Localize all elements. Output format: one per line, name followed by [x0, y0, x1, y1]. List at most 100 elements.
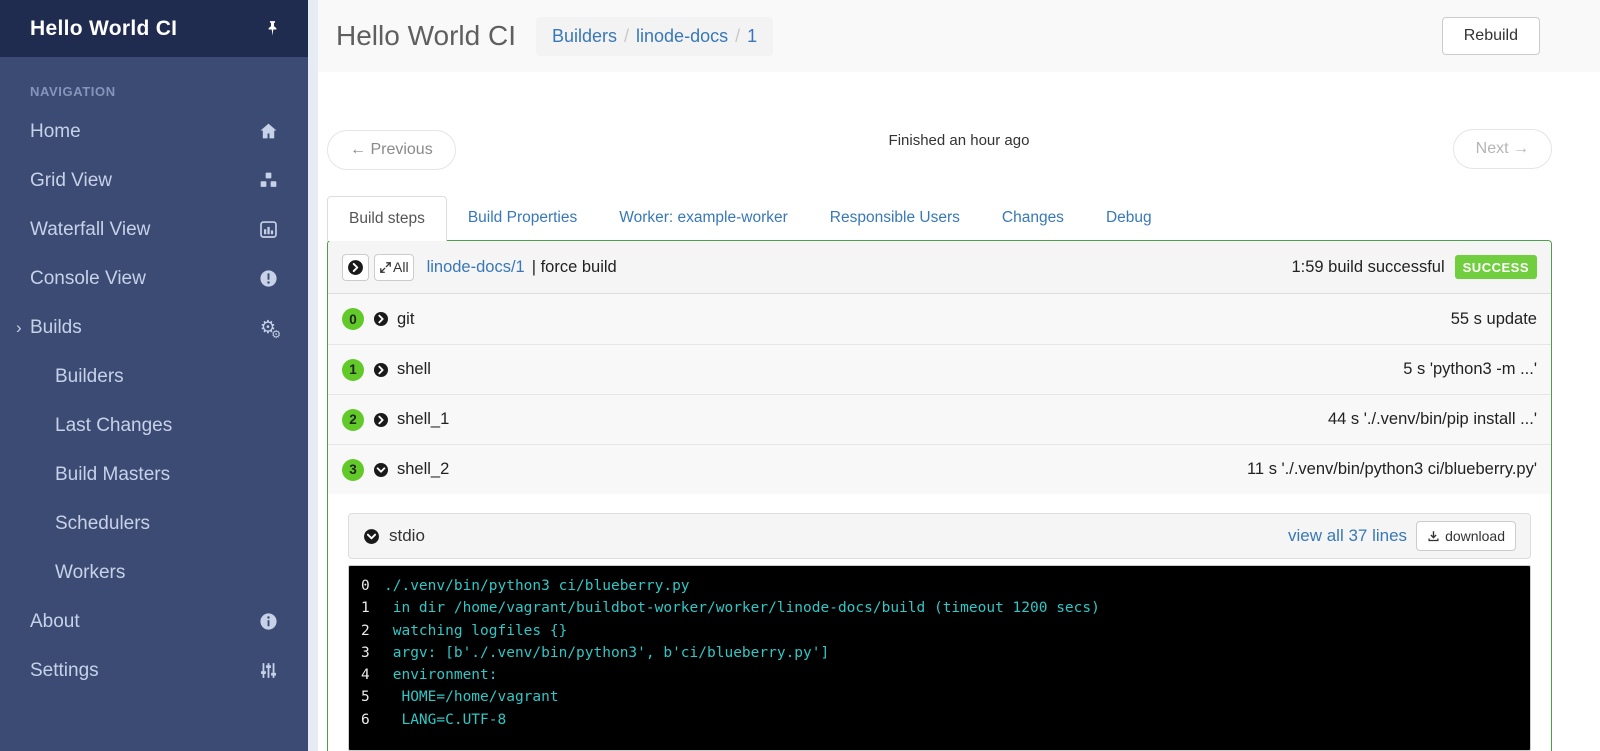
- sidebar-item-label: Home: [30, 120, 81, 142]
- step-expanded-area: stdio view all 37 lines download 0 ./.ven…: [328, 494, 1551, 751]
- log-line-number: 1: [361, 600, 370, 617]
- main-content: Hello World CI Builders / linode-docs/1 Re…: [318, 0, 1600, 751]
- log-line-text: ./.venv/bin/python3 ci/blueberry.py: [384, 578, 690, 594]
- sidebar-header: Hello World CI: [0, 0, 308, 57]
- stdio-terminal[interactable]: 0 ./.venv/bin/python3 ci/blueberry.py 1 in…: [348, 565, 1531, 751]
- download-icon: [1427, 530, 1440, 543]
- step-duration-detail: 11 s './.venv/bin/python3 ci/blueberry.p…: [1246, 460, 1537, 478]
- log-line-number: 4: [361, 667, 370, 684]
- gears-icon: ⚙ ⚙: [259, 316, 282, 341]
- sidebar-item-build-masters[interactable]: Build Masters: [0, 450, 308, 499]
- step-name: shell_2: [397, 460, 450, 478]
- breadcrumb-link[interactable]: linode-docs: [636, 26, 728, 47]
- tab-responsible-users[interactable]: Responsible Users: [809, 196, 981, 240]
- sidebar-item-workers[interactable]: Workers: [0, 548, 308, 597]
- expand-all-label: All: [393, 259, 409, 275]
- sidebar-item-label: Builds: [30, 316, 82, 338]
- tab-build-steps[interactable]: Build steps: [327, 196, 447, 241]
- page-header: Hello World CI Builders / linode-docs / 1 Re…: [318, 0, 1600, 72]
- step-duration-detail: 55 s update: [1450, 309, 1537, 328]
- rebuild-button[interactable]: Rebuild: [1441, 17, 1540, 55]
- download-button[interactable]: download: [1416, 521, 1516, 551]
- next-build-button[interactable]: Next →: [1452, 129, 1552, 169]
- breadcrumb-separator: /: [735, 25, 741, 46]
- build-finished-status: Finished an hour ago: [888, 132, 1030, 149]
- log-line-number: 6: [361, 711, 370, 728]
- log-line-text: argv: [b'./.venv/bin/python3', b'ci/blue…: [384, 644, 830, 661]
- sidebar-item-label: Console View: [30, 267, 146, 289]
- sidebar-item-console-view[interactable]: Console View: [0, 254, 308, 303]
- breadcrumb-link[interactable]: 1: [747, 26, 757, 47]
- tab-debug[interactable]: Debug: [1085, 196, 1173, 240]
- build-tabs: Build steps Build Properties Worker: examp…: [318, 196, 1600, 241]
- breadcrumb-separator: /: [624, 25, 630, 46]
- sidebar-item-last-changes[interactable]: Last Changes: [0, 401, 308, 450]
- sidebar-item-label: Settings: [30, 659, 99, 681]
- app-title: Hello World CI: [30, 16, 178, 40]
- tab-changes[interactable]: Changes: [981, 196, 1085, 240]
- step-name: shell_1: [397, 410, 450, 428]
- expand-chevron-icon[interactable]: ›: [16, 318, 30, 338]
- collapse-toggle-button[interactable]: [342, 253, 369, 281]
- sidebar-item-label: Waterfall View: [30, 218, 151, 240]
- log-header: stdio view all 37 lines download: [348, 513, 1531, 559]
- build-step-row-shell_2[interactable]: 3 shell_2 11 s './.venv/bin/python3 ci/blu…: [328, 444, 1551, 494]
- chevron-down-circle-icon[interactable]: [373, 462, 397, 478]
- sliders-icon: [257, 660, 279, 682]
- pin-icon[interactable]: [264, 20, 281, 37]
- expand-icon: [379, 261, 392, 274]
- step-duration-detail: 5 s 'python3 -m ...': [1403, 360, 1537, 378]
- step-name: git: [397, 309, 415, 328]
- sidebar-item-label: Last Changes: [55, 414, 173, 436]
- sidebar-item-grid-view[interactable]: Grid View: [0, 156, 308, 205]
- chevron-right-circle-icon[interactable]: [373, 311, 397, 327]
- tab-worker-example-worker[interactable]: Worker: example-worker: [598, 196, 809, 240]
- log-line: 5 HOME=/home/vagrant: [361, 686, 1518, 708]
- bar-chart-icon: [257, 219, 279, 241]
- sidebar-item-builders[interactable]: Builders: [0, 352, 308, 401]
- sidebar-item-builds[interactable]: › Builds ⚙ ⚙: [0, 303, 308, 352]
- build-reason: | force build: [531, 257, 617, 276]
- build-step-row-shell_1[interactable]: 2 shell_1 44 s './.venv/bin/pip install ..…: [328, 394, 1551, 444]
- step-duration-detail: 44 s './.venv/bin/pip install ...': [1328, 410, 1537, 428]
- build-step-row-shell[interactable]: 1 shell 5 s 'python3 -m ...': [328, 344, 1551, 394]
- cubes-icon: [257, 170, 279, 192]
- sidebar: Hello World CI NAVIGATION Home Grid View W…: [0, 0, 308, 751]
- log-line: 4 environment:: [361, 664, 1518, 686]
- build-step-row-git[interactable]: 0 git 55 s update: [328, 294, 1551, 344]
- log-line-text: in dir /home/vagrant/buildbot-worker/wor…: [384, 600, 1100, 617]
- chevron-right-circle-icon[interactable]: [373, 362, 397, 378]
- nav-section-label: NAVIGATION: [30, 84, 116, 99]
- sidebar-item-schedulers[interactable]: Schedulers: [0, 499, 308, 548]
- status-badge: SUCCESS: [1454, 255, 1537, 279]
- download-label: download: [1445, 528, 1505, 544]
- log-title: stdio: [389, 526, 425, 545]
- log-line-number: 5: [361, 689, 370, 706]
- page-title: Hello World CI: [336, 20, 516, 51]
- log-line-number: 2: [361, 622, 370, 639]
- chevron-down-circle-icon[interactable]: [363, 528, 389, 545]
- build-pager: ← Previous Finished an hour ago Next →: [318, 72, 1600, 196]
- sidebar-item-label: Grid View: [30, 169, 113, 191]
- sidebar-item-waterfall-view[interactable]: Waterfall View: [0, 205, 308, 254]
- sidebar-gutter: [308, 0, 318, 751]
- sidebar-item-settings[interactable]: Settings: [0, 646, 308, 695]
- breadcrumb-link[interactable]: Builders: [552, 26, 617, 47]
- build-panel: All linode-docs/1 | force build 1:59 bui…: [327, 240, 1552, 751]
- view-all-lines-link[interactable]: view all 37 lines: [1288, 526, 1407, 546]
- builder-build-link[interactable]: linode-docs/1: [427, 258, 525, 277]
- sidebar-item-label: About: [30, 610, 80, 632]
- sidebar-item-label: Workers: [55, 561, 126, 583]
- step-name: shell: [397, 360, 431, 378]
- sidebar-item-label: Builders: [55, 365, 124, 387]
- tab-build-properties[interactable]: Build Properties: [447, 196, 598, 240]
- log-line-number: 3: [361, 644, 370, 661]
- sidebar-item-home[interactable]: Home: [0, 107, 308, 156]
- home-icon: [257, 121, 279, 143]
- log-line: 0 ./.venv/bin/python3 ci/blueberry.py: [361, 575, 1518, 597]
- expand-all-button[interactable]: All: [374, 253, 414, 281]
- step-number-badge: 3: [342, 458, 364, 481]
- chevron-right-circle-icon[interactable]: [373, 412, 397, 428]
- sidebar-item-about[interactable]: About: [0, 597, 308, 646]
- log-line: 3 argv: [b'./.venv/bin/python3', b'ci/bl…: [361, 642, 1518, 664]
